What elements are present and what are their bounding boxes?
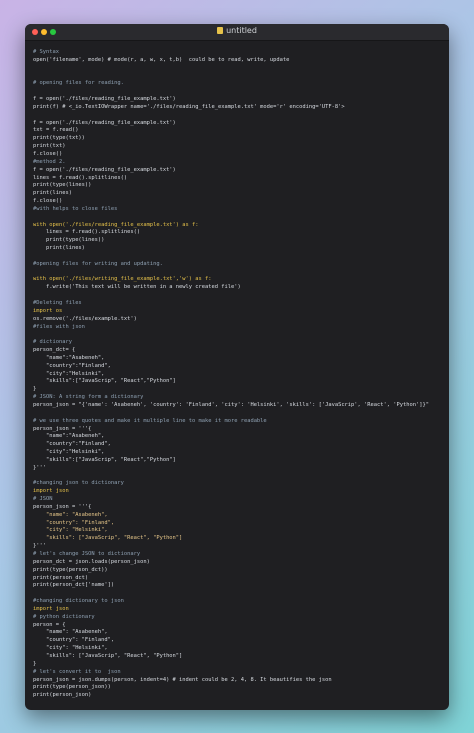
code-line: "country":"Finland", [33,362,111,369]
code-line: person_json = '''{ [33,503,92,510]
code-line: person_dct= { [33,347,76,354]
code-line: # opening files for reading. [33,80,124,87]
code-line: lines = f.read().splitlines() [33,174,128,181]
code-line: # we use three quotes and make it multip… [33,417,267,424]
code-line: import json [33,605,69,612]
code-line: print(type(person_json)) [33,684,111,691]
code-line: import os [33,307,63,314]
code-line: "skills":["JavaScrip", "React","Python"] [33,456,176,463]
code-line: lines = f.read().splitlines() [33,229,141,236]
code-line: "skills": ["JavaScrip", "React", "Python… [33,535,183,542]
code-line: person_json = "{'name': 'Asabeneh', 'cou… [33,401,429,408]
code-line: #changing json to dictionary [33,480,124,487]
code-line: #Deleting files [33,300,82,306]
code-line: "skills":["JavaScrip", "React","Python"] [33,378,176,385]
code-line: print(person_dct) [33,574,89,581]
code-line: print(f) # <_io.TextIOWrapper name='./fi… [33,103,345,110]
code-line: "name": "Asabeneh", [33,629,108,636]
code-line: # dictionary [33,339,72,346]
code-line: print(txt) [33,143,66,150]
code-line: #files with json [33,323,85,330]
code-line: print(lines) [33,190,72,197]
code-line: print(type(txt)) [33,135,85,142]
file-icon [217,27,224,34]
code-line: txt = f.read() [33,127,79,134]
code-line: } [33,660,37,667]
code-line: "skills": ["JavaScrip", "React", "Python… [33,652,183,659]
window-title-text: untitled [226,26,257,35]
code-line: #changing dictionary to json [33,598,124,605]
title-bar: untitled [25,24,449,41]
code-line: #with helps to close files [33,205,118,212]
code-line: #opening files for writing and updating. [33,260,163,267]
code-line: f = open('./files/reading_file_example.t… [33,166,176,173]
code-line: import json [33,488,69,495]
code-line: # let's convert it to json [33,668,121,675]
code-line: "name":"Asabeneh", [33,433,105,440]
code-line: os.remove('./files/example.txt') [33,315,137,322]
code-line: "country": "Finland", [33,637,115,644]
code-editor[interactable]: # Syntax open('filename', mode) # mode(r,… [33,49,445,700]
code-line: print(type(lines)) [33,182,92,189]
code-line: # let's change JSON to dictionary [33,551,141,557]
code-line: print(type(person_dct)) [33,566,108,573]
window-title: untitled [25,26,449,35]
code-line: "name":"Asabeneh", [33,354,105,361]
code-line: with open('./files/reading_file_example.… [33,221,199,228]
code-line: # JSON [33,496,53,503]
code-line: print(type(lines)) [33,237,105,244]
code-line: person_json = '''{ [33,425,92,432]
code-line: open('filename', mode) # mode(r, a, w, x… [33,56,290,63]
code-line: } [33,386,37,393]
code-line: print(person_json) [33,692,92,699]
code-line: person_json = json.dumps(person, indent=… [33,676,332,683]
code-line: "name": "Asabeneh", [33,511,108,518]
code-line: }''' [33,464,46,471]
code-line: "country": "Finland", [33,519,115,526]
code-line: #method 2. [33,158,66,165]
code-line: # python dictionary [33,613,95,620]
code-window: untitled # Syntax open('filename', mode) … [25,24,449,710]
code-line: "city":"Helsinki", [33,449,105,456]
code-line: f.close() [33,150,63,157]
code-line: "country":"Finland", [33,441,111,448]
code-line: # Syntax [33,49,59,55]
code-line: person = { [33,621,66,628]
code-line: f = open('./files/reading_file_example.t… [33,119,176,126]
code-line: "city":"Helsinki", [33,370,105,377]
code-line: # JSON: A string form a dictionary [33,394,144,401]
code-line: person_dct = json.loads(person_json) [33,558,150,565]
code-line: print(person_dct['name']) [33,582,115,589]
code-line: "city": "Helsinki", [33,527,108,534]
code-line: with open('./files/writing_file_example.… [33,276,212,283]
code-line: "city": "Helsinki", [33,645,108,652]
code-line: print(lines) [33,245,85,252]
code-line: }''' [33,543,46,550]
code-line: f.close() [33,198,63,205]
code-line: f.write('This text will be written in a … [33,284,241,291]
code-line: f = open('./files/reading_file_example.t… [33,96,176,103]
